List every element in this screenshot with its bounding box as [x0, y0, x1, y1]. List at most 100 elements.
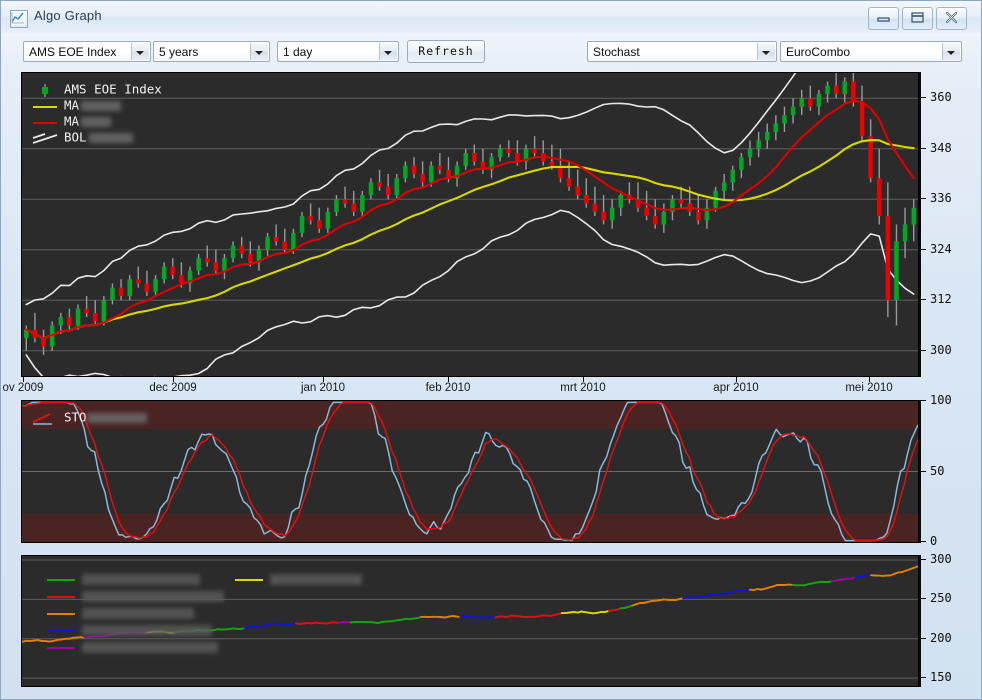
legend-item-label: BOL	[64, 129, 87, 145]
redacted-text	[270, 573, 362, 585]
x-axis-tick-label: mrt 2010	[560, 382, 606, 394]
indicator-select-value: Stochast	[593, 45, 640, 59]
chevron-down-icon[interactable]	[942, 43, 960, 60]
blue-line-swatch-icon	[46, 626, 76, 635]
interval-select-value: 1 day	[283, 45, 313, 59]
minimize-button[interactable]	[868, 7, 899, 30]
indicator-select[interactable]: Stochast	[587, 41, 777, 62]
legend-item	[234, 570, 362, 587]
axis-tick	[919, 637, 926, 639]
strategy-select-value: EuroCombo	[786, 45, 851, 59]
axis-tick-label: 324	[930, 241, 952, 256]
chart-line-icon	[10, 10, 28, 28]
stochastic-chart-canvas	[22, 401, 918, 542]
range-select-value: 5 years	[159, 45, 199, 59]
axis-tick	[919, 400, 926, 401]
axis-tick-label: 0	[930, 534, 938, 548]
legend-item: MA	[32, 113, 162, 129]
price-chart-panel[interactable]: AMS EOE Index MA MA BOL	[21, 72, 919, 377]
redacted-text	[81, 116, 112, 127]
redacted-text	[82, 641, 218, 653]
symbol-select[interactable]: AMS EOE Index	[23, 41, 151, 62]
legend-item: BOL	[32, 129, 162, 145]
green-line-swatch-icon	[46, 575, 76, 584]
chevron-down-icon[interactable]	[757, 43, 775, 60]
yellow-line-swatch-icon	[32, 100, 58, 111]
redacted-text	[86, 412, 147, 423]
axis-tick	[919, 248, 926, 250]
range-select[interactable]: 5 years	[153, 41, 270, 62]
strategy-select[interactable]: EuroCombo	[780, 41, 962, 62]
redacted-text	[82, 624, 212, 636]
refresh-button[interactable]: Refresh	[407, 40, 485, 63]
bollinger-swatch-icon	[32, 132, 58, 144]
red-line-swatch-icon	[46, 592, 76, 601]
axis-tick	[919, 558, 926, 560]
legend-item	[46, 587, 224, 604]
title-bar: Algo Graph	[1, 1, 981, 34]
axis-tick-label: 300	[930, 342, 952, 357]
chevron-down-icon[interactable]	[250, 43, 268, 60]
signal-chart-panel[interactable]	[21, 555, 919, 687]
price-chart-legend: AMS EOE Index MA MA BOL	[32, 81, 162, 145]
legend-item: STO	[32, 409, 147, 425]
yellow-line-swatch-icon	[234, 575, 264, 584]
axis-tick-label: 250	[930, 591, 952, 606]
x-axis-tick-label: feb 2010	[425, 382, 471, 394]
redacted-text	[82, 590, 224, 602]
legend-item-label: AMS EOE Index	[64, 81, 162, 97]
candlestick-swatch-icon	[32, 84, 58, 97]
axis-tick	[919, 97, 926, 99]
axis-tick	[919, 541, 926, 542]
x-axis-tick-label: dec 2009	[149, 382, 197, 394]
interval-select[interactable]: 1 day	[277, 41, 399, 62]
x-axis-tick-label: jan 2010	[300, 382, 346, 394]
axis-tick	[919, 299, 926, 301]
redacted-text	[82, 573, 200, 585]
legend-item	[46, 604, 224, 621]
axis-tick	[919, 598, 926, 600]
stochastic-chart-panel[interactable]: STO	[21, 400, 919, 543]
purple-line-swatch-icon	[46, 643, 76, 652]
stochastic-chart-legend: STO	[32, 409, 147, 425]
chevron-down-icon[interactable]	[379, 43, 397, 60]
symbol-select-value: AMS EOE Index	[29, 45, 117, 59]
legend-item	[46, 621, 224, 638]
close-button[interactable]	[936, 7, 967, 30]
axis-tick	[919, 198, 926, 200]
red-line-swatch-icon	[32, 116, 58, 127]
date-x-axis: ov 2009 dec 2009 jan 2010 feb 2010 mrt 2010 a…	[1, 377, 919, 399]
axis-tick-label: 50	[930, 463, 945, 478]
signal-chart-legend	[46, 570, 362, 655]
axis-tick	[919, 147, 926, 149]
legend-item: AMS EOE Index	[32, 81, 162, 97]
window-title: Algo Graph	[34, 8, 102, 23]
axis-tick-label: 360	[930, 90, 952, 105]
axis-tick	[919, 349, 926, 351]
redacted-text	[82, 607, 194, 619]
axis-tick-label: 312	[930, 292, 952, 307]
legend-item-label: STO	[64, 409, 87, 425]
maximize-button[interactable]	[902, 7, 933, 30]
legend-item-label: MA	[64, 97, 80, 113]
axis-tick-label: 336	[930, 191, 952, 206]
signal-y-axis: 150 200 250 300	[919, 552, 981, 687]
price-y-axis: 300 312 324 336 348 360	[919, 72, 981, 377]
app-window: Algo Graph AMS EOE Index 5 years 1 day R…	[0, 0, 982, 700]
redacted-text	[81, 100, 122, 111]
x-axis-tick-label: mei 2010	[845, 382, 893, 394]
axis-tick-label: 348	[930, 140, 952, 155]
chevron-down-icon[interactable]	[131, 43, 149, 60]
x-axis-tick-label: apr 2010	[713, 382, 759, 394]
legend-item: MA	[32, 97, 162, 113]
stochastic-y-axis: 0 50 100	[919, 393, 981, 548]
axis-tick	[919, 470, 926, 472]
axis-tick-label: 100	[930, 393, 952, 407]
stochastic-swatch-icon	[32, 412, 58, 425]
redacted-text	[88, 132, 133, 143]
axis-tick	[919, 677, 926, 679]
legend-item	[46, 570, 224, 587]
axis-tick-label: 150	[930, 670, 952, 685]
axis-tick-label: 200	[930, 630, 952, 645]
x-axis-tick-label: ov 2009	[2, 382, 44, 394]
